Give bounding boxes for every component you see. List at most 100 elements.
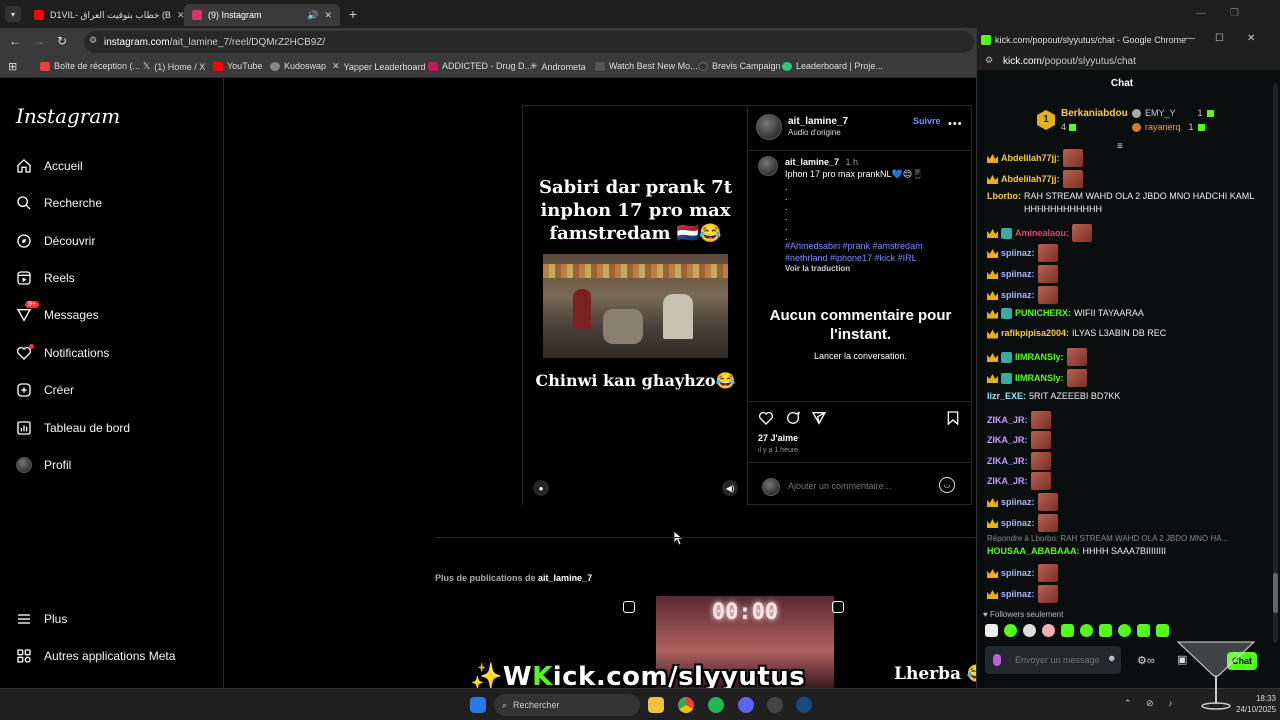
nav-item-notifications[interactable]: Notifications	[16, 344, 109, 361]
emote-icon[interactable]	[1042, 624, 1055, 637]
back-button[interactable]: ←	[9, 34, 21, 48]
chat-username[interactable]: HOUSAA_ABABAAA:	[987, 545, 1080, 558]
translate-link[interactable]: Voir la traduction	[785, 264, 850, 273]
like-icon[interactable]	[758, 410, 774, 426]
reload-button[interactable]: ↻	[57, 34, 67, 48]
emoji-icon[interactable]: ☻	[1107, 653, 1116, 663]
bookmark-item[interactable]: Kudoswap	[270, 61, 326, 71]
chat-username[interactable]: spiinaz:	[1001, 517, 1035, 530]
reel-media[interactable]: Sabiri dar prank 7t inphon 17 pro max fa…	[523, 106, 748, 506]
minimize-button[interactable]: —	[1185, 33, 1195, 44]
bookmark-item[interactable]: Brevis Campaign	[698, 61, 781, 71]
spotify-icon[interactable]	[708, 697, 724, 713]
bookmark-item[interactable]: ✳ Andrometa	[530, 61, 586, 72]
microphone-icon[interactable]	[993, 654, 1001, 666]
bookmark-item[interactable]: ADDICTED - Drug D...	[428, 61, 532, 71]
taskbar-search[interactable]: ⌕ Rechercher	[494, 694, 640, 716]
emote-icon[interactable]	[1080, 624, 1093, 637]
tagged-user-icon[interactable]: ●	[533, 480, 549, 496]
scrollbar[interactable]	[1273, 83, 1278, 643]
chat-username[interactable]: Aminealaou:	[1015, 227, 1069, 240]
bookmark-item[interactable]: 𝕏 (1) Home / X	[143, 61, 205, 72]
chat-username[interactable]: ZIKA_JR:	[987, 475, 1028, 488]
chrome-icon[interactable]	[678, 697, 694, 713]
site-info-icon[interactable]: ⚙	[89, 35, 97, 46]
nav-item-reels[interactable]: Reels	[16, 270, 75, 286]
close-icon[interactable]: ✕	[177, 10, 184, 21]
nav-item-meta-apps[interactable]: Autres applications Meta	[16, 648, 175, 664]
gifter-name[interactable]: EMY_Y	[1145, 108, 1176, 118]
minimize-button[interactable]: —	[1196, 8, 1206, 19]
nav-item-search[interactable]: Recherche	[16, 195, 102, 211]
caption-hashtags[interactable]: #Ahmedsabiri #prank #amstredam #nethrlan…	[785, 240, 967, 264]
close-icon[interactable]: ✕	[324, 10, 332, 21]
emote-icon[interactable]	[1099, 624, 1112, 637]
bookmark-icon[interactable]	[945, 410, 961, 426]
new-tab-button[interactable]: +	[345, 6, 361, 22]
emote-icon[interactable]	[1061, 624, 1074, 637]
share-icon[interactable]	[811, 410, 827, 426]
emote-icon[interactable]	[1118, 624, 1131, 637]
forward-button[interactable]: →	[33, 34, 45, 48]
chat-username[interactable]: ZIKA_JR:	[987, 455, 1028, 468]
chat-username[interactable]: IIMRANSly:	[1015, 372, 1064, 385]
chat-username[interactable]: spiinaz:	[1001, 268, 1035, 281]
emoji-icon[interactable]: ◡	[939, 477, 955, 493]
discord-icon[interactable]	[738, 697, 754, 713]
chat-username[interactable]: ZIKA_JR:	[987, 434, 1028, 447]
tab-search-button[interactable]: ▾	[5, 6, 21, 22]
emote-icon[interactable]	[1137, 624, 1150, 637]
caption-avatar[interactable]	[758, 156, 778, 176]
more-posts-user[interactable]: ait_lamine_7	[538, 573, 592, 583]
chat-username[interactable]: Abdelilah77jj:	[1001, 152, 1060, 165]
reply-context[interactable]: Répondre à Lborbo: RAH STREAM WAHD OLA 2…	[987, 534, 1257, 543]
site-info-icon[interactable]: ⚙	[985, 55, 993, 66]
audio-label[interactable]: Audio d'origine	[788, 128, 841, 137]
author-avatar[interactable]	[756, 114, 782, 140]
apps-grid-icon[interactable]: ⊞	[8, 60, 17, 73]
instagram-logo[interactable]: Instagram	[16, 104, 120, 128]
follow-button[interactable]: Suivre	[913, 116, 941, 126]
chat-username[interactable]: lizr_EXE:	[987, 390, 1026, 403]
volume-icon[interactable]: ◀)	[722, 480, 738, 496]
steam-icon[interactable]	[796, 697, 812, 713]
chat-username[interactable]: rafikpipisa2004:	[1001, 327, 1069, 340]
chat-username[interactable]: Lborbo:	[987, 190, 1021, 203]
chat-input-box[interactable]: ☻	[985, 646, 1121, 674]
emote-icon[interactable]	[985, 624, 998, 637]
settings-icon[interactable]: ⚙∞	[1137, 654, 1155, 667]
nav-item-profile[interactable]: Profil	[16, 457, 71, 473]
nav-item-home[interactable]: Accueil	[16, 158, 83, 174]
bookmark-item[interactable]: Leaderboard | Proje...	[782, 61, 883, 71]
chat-username[interactable]: spiinaz:	[1001, 588, 1035, 601]
chat-username[interactable]: PUNICHERX:	[1015, 307, 1071, 320]
nav-item-create[interactable]: Créer	[16, 382, 74, 398]
emote-icon[interactable]	[1004, 624, 1017, 637]
bookmark-item[interactable]: Boîte de réception (...	[40, 61, 140, 71]
nav-item-dashboard[interactable]: Tableau de bord	[16, 420, 130, 436]
nav-item-explore[interactable]: Découvrir	[16, 233, 95, 249]
address-bar[interactable]: ⚙ instagram.com/ait_lamine_7/reel/DQMrZ2…	[84, 31, 974, 53]
kick-url-bar[interactable]: ⚙ kick.com/popout/slyyutus/chat	[977, 52, 1280, 70]
file-explorer-icon[interactable]	[648, 697, 664, 713]
speaker-icon[interactable]: 🔊	[307, 10, 318, 21]
nav-item-more[interactable]: Plus	[16, 611, 67, 627]
likes-count[interactable]: 27 J'aime	[758, 433, 798, 443]
chat-input[interactable]	[1015, 649, 1101, 671]
tray-chevron-icon[interactable]: ⌃	[1124, 698, 1132, 709]
chat-username[interactable]: Abdelilah77jj:	[1001, 173, 1060, 186]
bookmark-item[interactable]: ✕ Yapper Leaderboard	[332, 61, 425, 72]
chat-username[interactable]: spiinaz:	[1001, 247, 1035, 260]
chat-username[interactable]: IIMRANSly:	[1015, 351, 1064, 364]
close-button[interactable]: ✕	[1247, 33, 1255, 44]
caption-username[interactable]: ait_lamine_7	[785, 157, 839, 167]
top-gifter-name[interactable]: Berkaniabdou	[1061, 108, 1128, 119]
comment-input[interactable]	[788, 478, 928, 494]
network-icon[interactable]: ⊘	[1146, 698, 1154, 709]
tab-instagram[interactable]: (9) Instagram 🔊 ✕	[184, 4, 340, 26]
tab-youtube[interactable]: D1VIL- خطاب بتوقيت العراق (B ✕	[26, 4, 184, 26]
maximize-button[interactable]: ☐	[1215, 33, 1224, 44]
gifter-name[interactable]: rayanerq	[1145, 122, 1181, 132]
bookmark-item[interactable]: YouTube	[213, 61, 262, 71]
chat-username[interactable]: spiinaz:	[1001, 289, 1035, 302]
